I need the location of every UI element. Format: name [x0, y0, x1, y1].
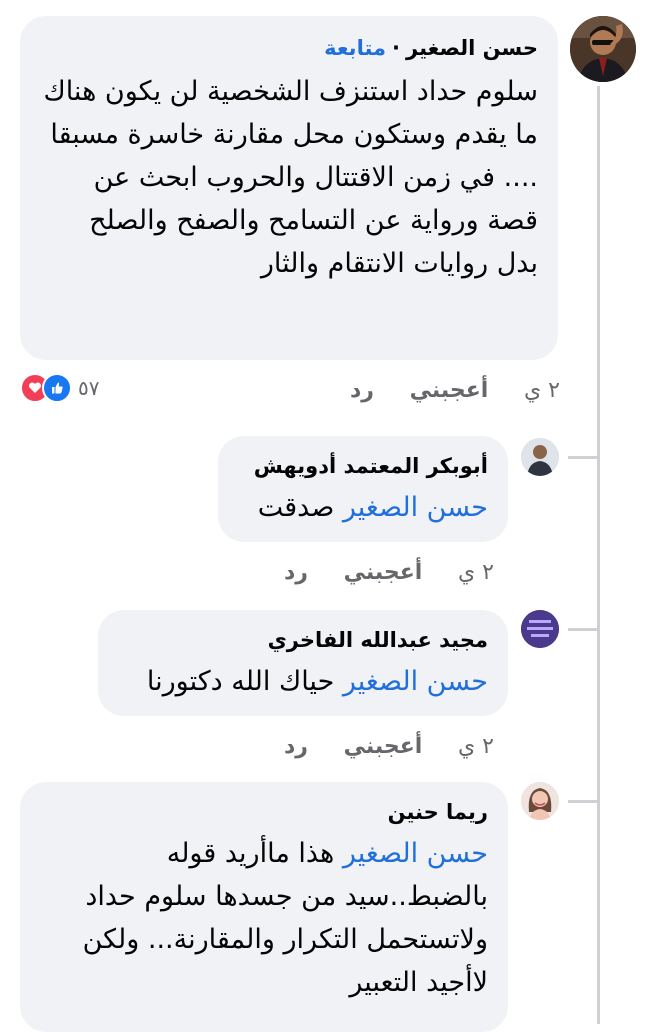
- reply-text: حسن الصغير صدقت: [238, 486, 488, 529]
- author-name[interactable]: ريما حنين: [40, 798, 488, 826]
- author-name[interactable]: حسن الصغير: [406, 36, 538, 60]
- avatar[interactable]: [521, 610, 559, 648]
- reply-actions: ٢ ي أعجبني رد: [284, 734, 494, 759]
- thread-line-branch-3: [568, 800, 598, 803]
- mention-link[interactable]: حسن الصغير: [343, 838, 488, 869]
- comment-actions: ٢ ي أعجبني رد: [350, 378, 560, 403]
- text-logo-icon: [521, 610, 559, 648]
- mention-link[interactable]: حسن الصغير: [343, 492, 488, 523]
- thread-line-branch-2: [568, 628, 598, 631]
- thread-line-vertical: [597, 86, 600, 1024]
- reply-bubble: أبوبكر المعتمد أدويهش حسن الصغير صدقت: [218, 436, 508, 542]
- reply-button[interactable]: رد: [350, 378, 374, 403]
- like-button[interactable]: أعجبني: [344, 734, 423, 759]
- like-button[interactable]: أعجبني: [410, 378, 489, 403]
- mention-link[interactable]: حسن الصغير: [343, 666, 488, 697]
- like-reaction-icon: [42, 373, 72, 403]
- timestamp[interactable]: ٢ ي: [458, 734, 494, 759]
- reply-body: صدقت: [257, 492, 335, 523]
- like-button[interactable]: أعجبني: [344, 560, 423, 585]
- reply-bubble: مجيد عبدالله الفاخري حسن الصغير حياك الل…: [98, 610, 508, 716]
- timestamp[interactable]: ٢ ي: [458, 560, 494, 585]
- person-photo-icon: [521, 438, 559, 476]
- avatar[interactable]: [521, 782, 559, 820]
- reactions-summary[interactable]: ٥٧: [20, 373, 99, 403]
- comment-text: سلوم حداد استنزف الشخصية لن يكون هناك ما…: [43, 76, 538, 279]
- comment-header: حسن الصغير·متابعة: [40, 34, 538, 62]
- reply-actions: ٢ ي أعجبني رد: [284, 560, 494, 585]
- reply-text: حسن الصغير حياك الله دكتورنا: [118, 660, 488, 703]
- author-name[interactable]: أبوبكر المعتمد أدويهش: [238, 452, 488, 480]
- reply-button[interactable]: رد: [284, 560, 308, 585]
- comment-bubble: حسن الصغير·متابعة سلوم حداد استنزف الشخص…: [20, 16, 558, 360]
- timestamp[interactable]: ٢ ي: [524, 378, 560, 403]
- reply-bubble: ريما حنين حسن الصغير هذا ماأريد قوله بال…: [20, 782, 508, 1032]
- thread-line-branch-1: [568, 456, 598, 459]
- avatar[interactable]: [521, 438, 559, 476]
- author-name[interactable]: مجيد عبدالله الفاخري: [118, 626, 488, 654]
- reaction-count: ٥٧: [78, 376, 100, 400]
- person-photo-icon: [570, 16, 636, 82]
- avatar[interactable]: [570, 16, 636, 82]
- reply-body: حياك الله دكتورنا: [146, 666, 335, 697]
- reply-button[interactable]: رد: [284, 734, 308, 759]
- follow-button[interactable]: متابعة: [324, 36, 386, 60]
- separator-dot: ·: [392, 36, 401, 60]
- person-photo-icon: [521, 782, 559, 820]
- reply-text: حسن الصغير هذا ماأريد قوله بالضبط..سيد م…: [40, 832, 488, 1004]
